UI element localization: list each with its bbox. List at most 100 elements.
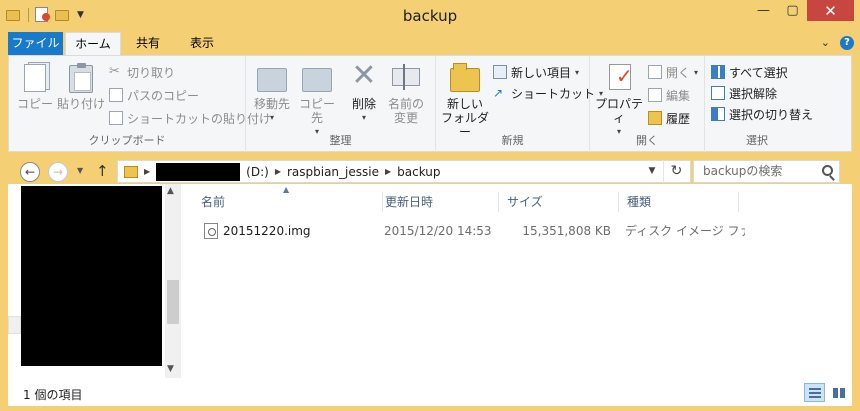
select-group-label: 選択 bbox=[746, 134, 768, 147]
easy-access-label: ショートカット bbox=[511, 86, 596, 101]
up-button[interactable]: ↑ bbox=[96, 162, 109, 180]
refresh-button[interactable]: ↻ bbox=[663, 160, 689, 183]
address-bar[interactable]: ▶ (D:) ▶ raspbian_jessie ▶ backup bbox=[117, 160, 691, 183]
edit-button[interactable]: 編集 bbox=[648, 85, 690, 105]
history-icon bbox=[648, 111, 662, 125]
search-box[interactable]: backupの検索 bbox=[693, 160, 840, 183]
properties-icon bbox=[603, 62, 635, 94]
navigation-pane-scrollbar[interactable]: ▲ ▼ bbox=[165, 184, 181, 378]
cut-button[interactable]: ✂ 切り取り bbox=[109, 62, 175, 82]
address-segment[interactable]: raspbian_jessie bbox=[287, 165, 379, 179]
window-controls: — ▢ ✕ bbox=[749, 0, 854, 21]
address-drive[interactable]: (D:) bbox=[246, 165, 269, 179]
delete-button[interactable]: ✕ 削除 ▾ bbox=[346, 61, 382, 125]
copy-icon bbox=[19, 62, 51, 94]
navigation-pane-scrollbar-stub bbox=[8, 316, 21, 334]
cut-label: 切り取り bbox=[127, 65, 176, 80]
select-all-label: すべて選択 bbox=[729, 65, 788, 80]
recent-locations-icon[interactable]: ▼ bbox=[77, 166, 83, 175]
file-date: 2015/12/20 14:53 bbox=[384, 224, 492, 238]
scrollbar-thumb[interactable] bbox=[167, 280, 179, 324]
disk-image-icon bbox=[204, 223, 218, 239]
clipboard-group: コピー 貼り付け ✂ 切り取り パスのコピー ショートカットの貼り付け クリップ… bbox=[9, 56, 271, 152]
new-group-label: 新規 bbox=[501, 134, 524, 147]
new-item-button[interactable]: 新しい項目 ▾ bbox=[493, 62, 579, 82]
delete-dropdown-icon: ▾ bbox=[361, 113, 366, 122]
delete-label: 削除 bbox=[351, 97, 376, 111]
column-header-date[interactable]: 更新日時 bbox=[377, 192, 499, 212]
search-placeholder: backupの検索 bbox=[703, 164, 783, 178]
help-icon[interactable]: ? bbox=[840, 36, 854, 50]
address-dropdown-icon[interactable]: ▼ bbox=[641, 160, 663, 183]
select-all-button[interactable]: すべて選択 bbox=[711, 62, 788, 82]
item-count: 1 個の項目 bbox=[23, 388, 83, 402]
copy-to-button[interactable]: コピー先 ▾ bbox=[294, 62, 340, 139]
organize-group-label: 整理 bbox=[329, 134, 352, 147]
invert-selection-button[interactable]: 選択の切り替え bbox=[711, 104, 813, 124]
invert-selection-label: 選択の切り替え bbox=[729, 107, 814, 122]
paste-label: 貼り付け bbox=[57, 97, 106, 111]
new-folder-icon bbox=[449, 62, 481, 94]
column-header-size[interactable]: サイズ bbox=[499, 192, 619, 212]
scroll-up-icon[interactable]: ▲ bbox=[167, 186, 174, 196]
new-folder-button[interactable]: 新しい フォルダー bbox=[439, 62, 491, 139]
new-folder-label-line1: 新しい bbox=[446, 97, 483, 111]
large-icons-view-icon bbox=[833, 388, 845, 398]
column-header-name[interactable]: 名前 bbox=[193, 192, 383, 212]
minimize-button[interactable]: — bbox=[749, 0, 778, 21]
column-header-type[interactable]: 種類 bbox=[619, 192, 739, 212]
rename-button[interactable]: 名前の 変更 bbox=[386, 62, 426, 125]
chevron-right-icon[interactable]: ▶ bbox=[144, 167, 150, 176]
properties-label: プロパティ bbox=[594, 97, 643, 125]
forward-button[interactable]: → bbox=[48, 162, 68, 182]
copy-to-label: コピー先 bbox=[298, 97, 335, 125]
navigation-bar: ← → ▼ ↑ ▶ (D:) ▶ raspbian_jessie ▶ backu… bbox=[8, 152, 852, 184]
scroll-down-icon[interactable]: ▼ bbox=[167, 364, 174, 374]
copy-path-button[interactable]: パスのコピー bbox=[109, 85, 199, 105]
paste-button[interactable]: 貼り付け bbox=[57, 62, 105, 111]
tab-share[interactable]: 共有 bbox=[124, 32, 172, 55]
file-name: 20151220.img bbox=[223, 224, 311, 238]
chevron-right-icon[interactable]: ▶ bbox=[385, 167, 391, 176]
select-none-button[interactable]: 選択解除 bbox=[711, 83, 777, 103]
file-list: 名前 ▲ 更新日時 サイズ 種類 20151220.img 2015/12/20… bbox=[181, 184, 852, 378]
move-to-label: 移動先 bbox=[253, 97, 290, 111]
ribbon-right-controls: ⌄ ? bbox=[821, 36, 854, 50]
edit-label: 編集 bbox=[666, 88, 691, 103]
open-icon bbox=[648, 65, 662, 79]
properties-button[interactable]: プロパティ ▾ bbox=[594, 62, 644, 139]
new-item-label: 新しい項目 bbox=[511, 65, 572, 80]
search-icon[interactable] bbox=[822, 165, 833, 176]
status-bar: 1 個の項目 bbox=[8, 378, 852, 406]
tab-file[interactable]: ファイル bbox=[8, 32, 63, 55]
close-button[interactable]: ✕ bbox=[807, 0, 854, 21]
sort-ascending-icon: ▲ bbox=[283, 185, 290, 194]
file-size: 15,351,808 KB bbox=[522, 224, 611, 238]
file-type: ディスク イメージ ファ... bbox=[625, 224, 745, 238]
open-group: プロパティ ▾ 開く ▾ 編集 履歴 開く bbox=[590, 56, 705, 152]
maximize-button[interactable]: ▢ bbox=[778, 0, 807, 21]
history-button[interactable]: 履歴 bbox=[648, 108, 690, 128]
back-button[interactable]: ← bbox=[20, 162, 40, 182]
tab-view[interactable]: 表示 bbox=[177, 32, 227, 55]
copy-folder-icon bbox=[301, 62, 333, 94]
scissors-icon: ✂ bbox=[109, 64, 120, 79]
details-view-icon bbox=[809, 388, 821, 398]
chevron-right-icon[interactable]: ▶ bbox=[275, 167, 281, 176]
navigation-pane: ▲ ▼ bbox=[8, 184, 181, 378]
new-item-dropdown-icon: ▾ bbox=[575, 67, 580, 77]
expand-ribbon-icon[interactable]: ⌄ bbox=[821, 36, 830, 50]
details-view-button[interactable] bbox=[804, 383, 825, 402]
open-button[interactable]: 開く ▾ bbox=[648, 62, 698, 82]
rename-label-line2: 変更 bbox=[393, 111, 418, 125]
large-icons-view-button[interactable] bbox=[828, 383, 849, 402]
copy-button[interactable]: コピー bbox=[15, 62, 55, 111]
move-to-dropdown-icon: ▾ bbox=[269, 113, 274, 122]
address-segment[interactable]: backup bbox=[397, 165, 440, 179]
easy-access-button[interactable]: ↗ ショートカット ▾ bbox=[493, 83, 603, 103]
content-area: ▲ ▼ 名前 ▲ 更新日時 サイズ 種類 20151220.img 2015/1… bbox=[8, 184, 852, 378]
new-group: 新しい フォルダー 新しい項目 ▾ ↗ ショートカット ▾ 新規 bbox=[436, 56, 603, 152]
move-to-button[interactable]: 移動先 ▾ bbox=[250, 62, 294, 125]
tab-home[interactable]: ホーム bbox=[65, 32, 121, 56]
file-row[interactable]: 20151220.img 2015/12/20 14:53 15,351,808… bbox=[181, 220, 749, 242]
